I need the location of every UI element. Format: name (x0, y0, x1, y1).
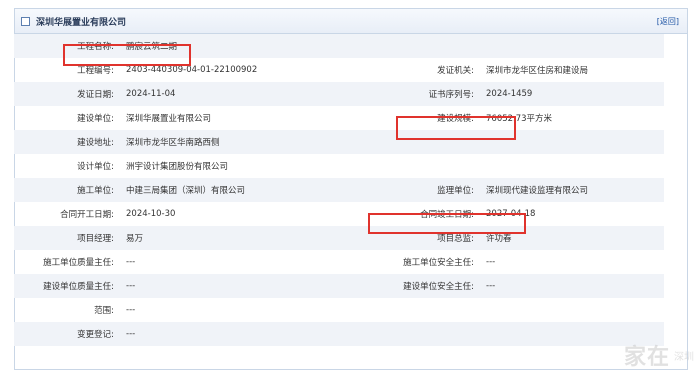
row-designer: 设计单位: 洲宇设计集团股份有限公司 (14, 154, 664, 178)
detail-rows: 工程名称: 鹏宸云筑二期 工程编号: 2403-440309-04-01-221… (14, 34, 664, 346)
row-scope: 范围: --- (14, 298, 664, 322)
value: --- (126, 329, 136, 339)
header-left: 深圳华展置业有限公司 (21, 15, 126, 28)
page-title: 深圳华展置业有限公司 (36, 17, 127, 28)
row-builder: 建设单位: 深圳华展置业有限公司 建设规模: 76052.73平方米 (14, 106, 664, 130)
highlight-building-scale (396, 116, 516, 140)
row-builder-supervisors: 建设单位质量主任: --- 建设单位安全主任: --- (14, 274, 664, 298)
back-link[interactable]: [返回] (657, 16, 679, 27)
row-issue-date: 发证日期: 2024-11-04 证书序列号: 2024-1459 (14, 82, 664, 106)
value-2: 2024-1459 (486, 89, 533, 99)
watermark-text: 家在 (623, 345, 670, 370)
label: 变更登记: (77, 330, 114, 340)
value: 中建三局集团（深圳）有限公司 (126, 186, 246, 196)
row-change-registration: 变更登记: --- (14, 322, 664, 346)
label: 建设地址: (77, 138, 114, 148)
label: 发证日期: (77, 90, 114, 100)
value: 2024-10-30 (126, 209, 176, 219)
highlight-completion-date (368, 213, 526, 234)
label-2: 发证机关: (437, 66, 474, 76)
value: 深圳市龙华区华南路西侧 (126, 138, 220, 148)
value-2: --- (486, 281, 496, 291)
label: 建设单位: (77, 114, 114, 124)
value: --- (126, 281, 136, 291)
label-2: 证书序列号: (428, 90, 474, 100)
value-2: 深圳市龙华区住房和建设局 (486, 66, 589, 76)
value: 洲宇设计集团股份有限公司 (126, 162, 229, 172)
value: --- (126, 257, 136, 267)
label: 建设单位质量主任: (43, 282, 114, 292)
label: 设计单位: (77, 162, 114, 172)
row-contractor-supervisors: 施工单位质量主任: --- 施工单位安全主任: --- (14, 250, 664, 274)
label: 施工单位质量主任: (43, 258, 114, 268)
value: 2024-11-04 (126, 89, 176, 99)
watermark: 家在 深圳 (624, 339, 694, 371)
watermark-subtext: 深圳 (674, 351, 694, 363)
label-2: 施工单位安全主任: (403, 258, 474, 268)
value: 深圳华展置业有限公司 (126, 114, 212, 124)
value: 易万 (126, 234, 144, 244)
row-managers: 项目经理: 易万 项目总监: 许功春 (14, 226, 664, 250)
value: --- (126, 305, 136, 315)
label: 施工单位: (77, 186, 114, 196)
row-contract-dates: 合同开工日期: 2024-10-30 合同竣工日期: 2027-04-18 (14, 202, 664, 226)
panel-header: 深圳华展置业有限公司 [返回] (15, 9, 687, 34)
label-2: 监理单位: (437, 186, 474, 196)
value-2: --- (486, 257, 496, 267)
row-address: 建设地址: 深圳市龙华区华南路西侧 (14, 130, 664, 154)
row-contractor: 施工单位: 中建三局集团（深圳）有限公司 监理单位: 深圳现代建设监理有限公司 (14, 178, 664, 202)
value: 2403-440309-04-01-22100902 (126, 65, 258, 75)
value-2: 深圳现代建设监理有限公司 (486, 186, 589, 196)
label: 项目经理: (77, 234, 114, 244)
label: 合同开工日期: (60, 210, 114, 220)
highlight-project-name (63, 44, 191, 66)
label: 范围: (94, 306, 114, 316)
square-bullet-icon (21, 16, 30, 26)
label-2: 建设单位安全主任: (403, 282, 474, 292)
